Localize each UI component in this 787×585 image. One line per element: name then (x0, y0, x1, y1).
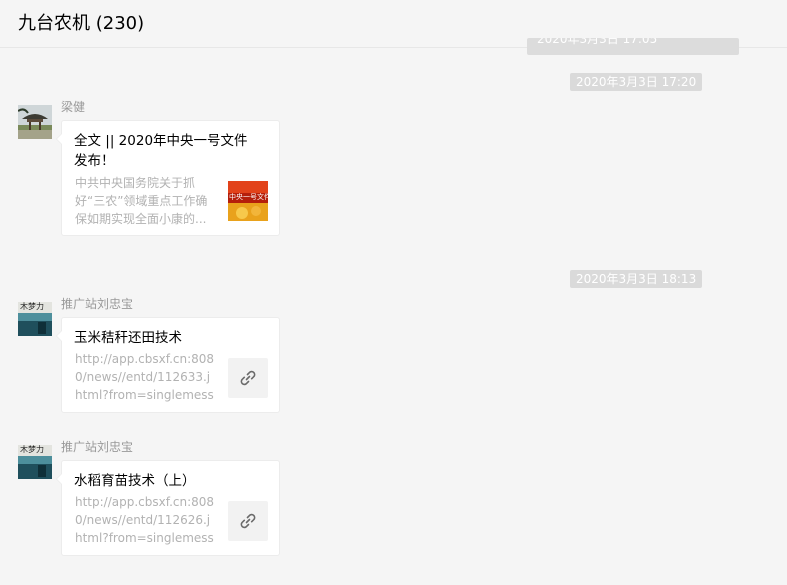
news-thumbnail-icon: 中央一号文件 (228, 181, 268, 221)
time-badge-cut: 2020年3月3日 17:05 (527, 38, 739, 55)
pavilion-avatar-icon[interactable] (18, 105, 52, 139)
link-card[interactable]: 水稻育苗技术（上） http://app.cbsxf.cn:8080/news/… (56, 460, 280, 556)
link-url: http://app.cbsxf.cn:8080/news//entd/1126… (75, 495, 215, 545)
link-url: http://app.cbsxf.cn:8080/news//entd/1126… (75, 352, 215, 402)
link-thumbnail (228, 358, 268, 398)
time-badge: 2020年3月3日 17:20 (570, 73, 703, 91)
link-title: 玉米秸秆还田技术 (74, 330, 182, 346)
calligraphy-avatar-icon[interactable]: 木梦力 (18, 445, 52, 479)
avatar-caption: 木梦力 (20, 445, 44, 454)
calligraphy-avatar-icon[interactable]: 木梦力 (18, 302, 52, 336)
sender-name: 推广站刘忠宝 (61, 440, 134, 454)
link-icon (240, 513, 256, 529)
time-badge: 2020年3月3日 18:13 (570, 270, 703, 288)
chat-title: 九台农机 (230) (18, 13, 145, 34)
link-card[interactable]: 玉米秸秆还田技术 http://app.cbsxf.cn:8080/news//… (56, 317, 280, 413)
article-title: 全文 || 2020年中央一号文件发布！ (74, 133, 248, 169)
article-description: 中共中央国务院关于抓好“三农”领域重点工作确保如期实现全面小康的... (75, 176, 208, 226)
link-title: 水稻育苗技术（上） (74, 473, 196, 489)
thumbnail-caption: 中央一号文件 (229, 193, 268, 201)
link-thumbnail (228, 501, 268, 541)
avatar-caption: 木梦力 (20, 302, 44, 311)
sender-name: 梁健 (61, 100, 86, 114)
article-card[interactable]: 全文 || 2020年中央一号文件发布！ 中共中央国务院关于抓好“三农”领域重点… (56, 120, 280, 236)
link-icon (240, 370, 256, 386)
sender-name: 推广站刘忠宝 (61, 297, 134, 311)
time-badge-cut-label: 2020年3月3日 17:05 (537, 38, 658, 46)
